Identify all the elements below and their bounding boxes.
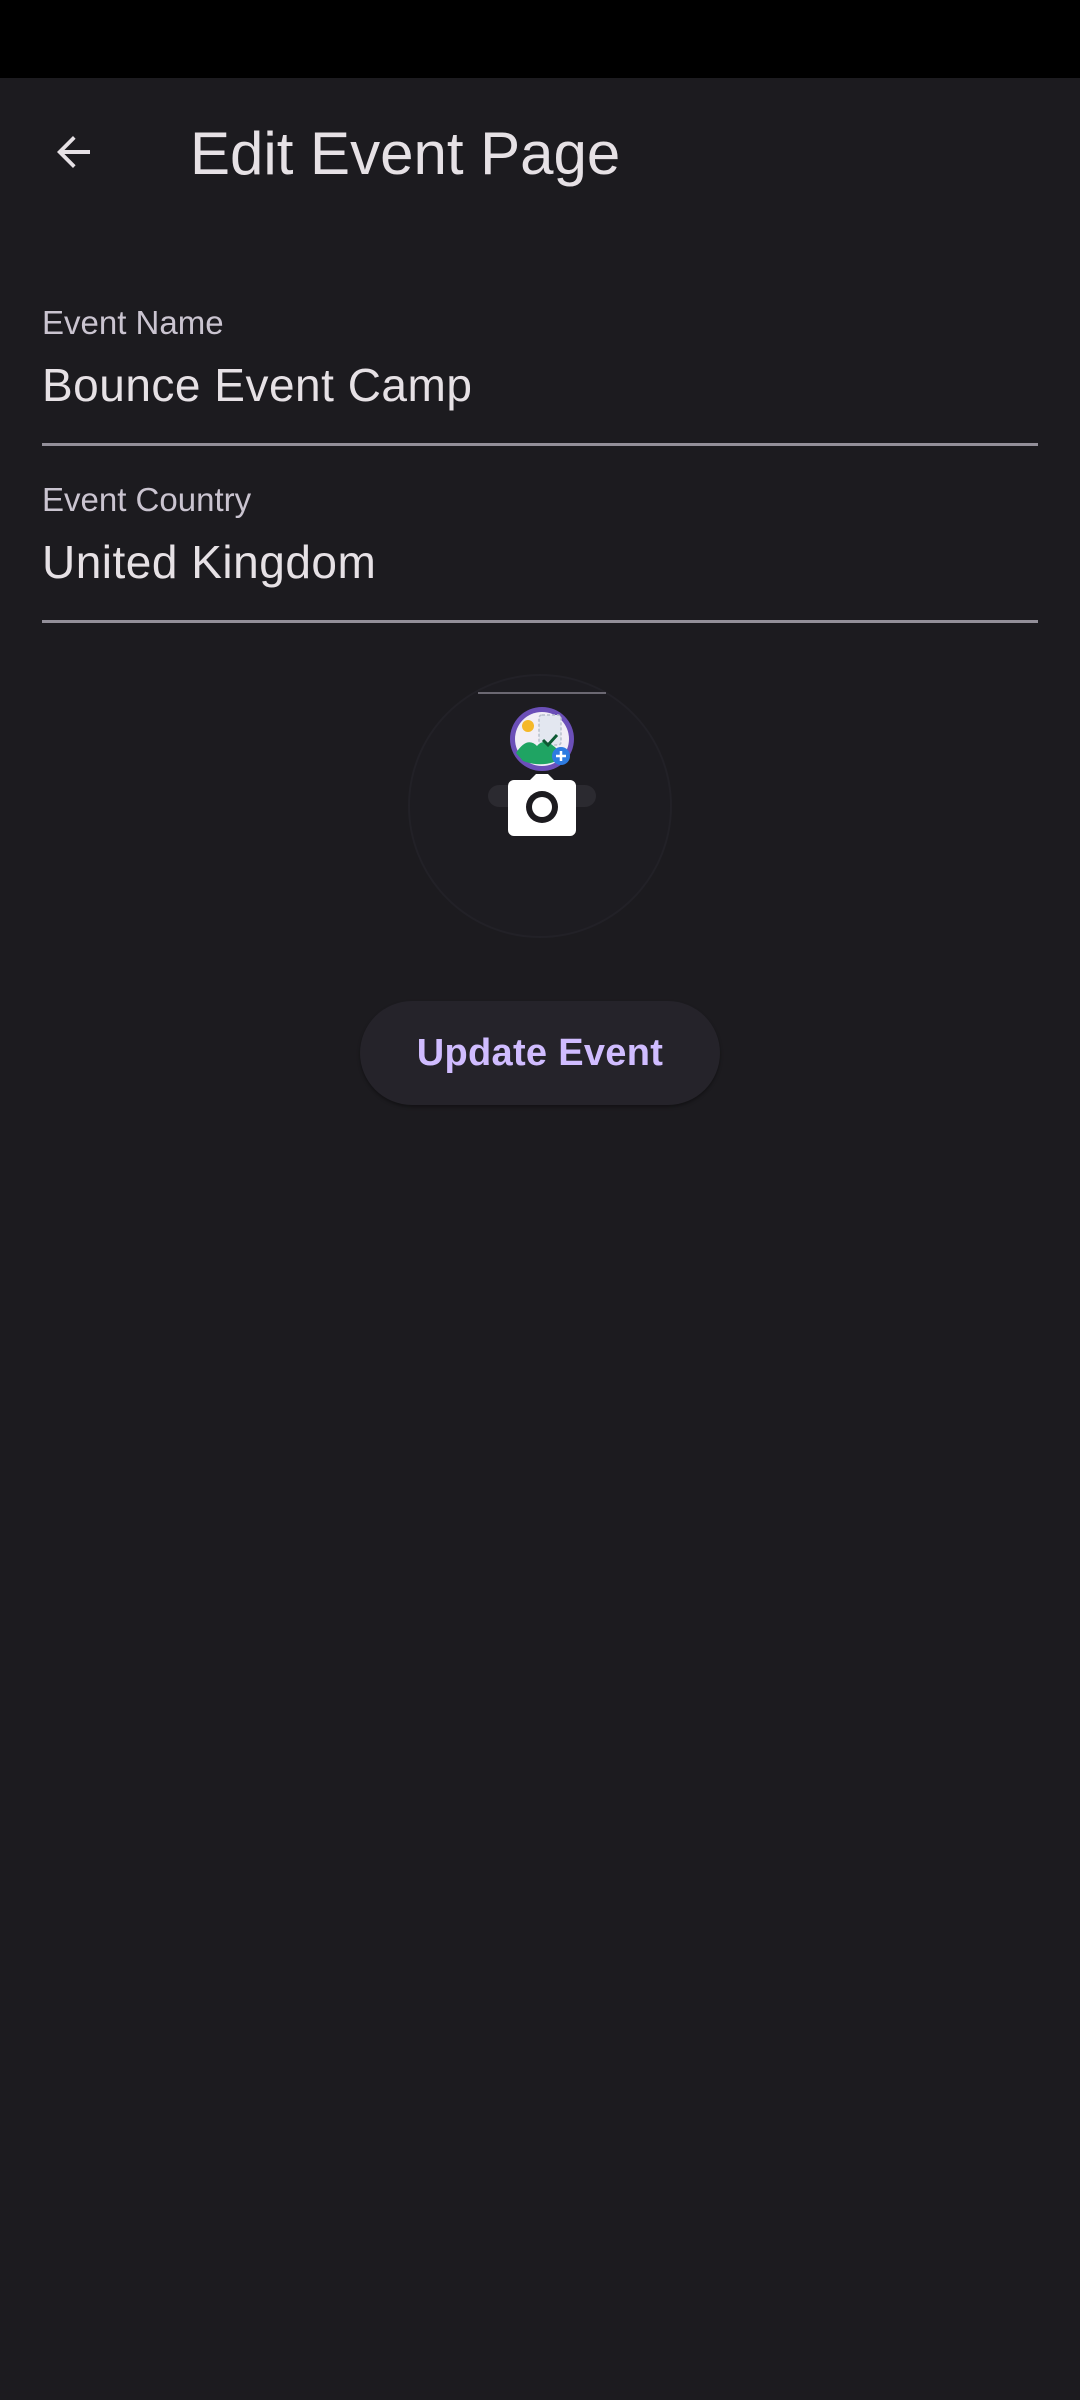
event-country-input[interactable]	[42, 532, 1038, 592]
picker-divider	[478, 692, 606, 694]
page-title: Edit Event Page	[190, 120, 621, 187]
event-name-label: Event Name	[42, 304, 224, 341]
status-bar	[0, 0, 1080, 78]
gallery-add-icon	[510, 707, 574, 771]
back-button[interactable]	[30, 108, 118, 196]
update-event-button[interactable]: Update Event	[360, 1001, 720, 1105]
arrow-back-icon	[57, 136, 90, 168]
event-country-label: Event Country	[42, 481, 252, 518]
camera-icon	[508, 774, 576, 836]
app-bar: Edit Event Page	[0, 78, 1080, 228]
image-picker[interactable]: Select Image	[408, 674, 672, 938]
event-country-field[interactable]: Event Country	[42, 477, 1038, 623]
event-name-input[interactable]	[42, 355, 1038, 415]
event-name-field[interactable]: Event Name	[42, 300, 1038, 446]
